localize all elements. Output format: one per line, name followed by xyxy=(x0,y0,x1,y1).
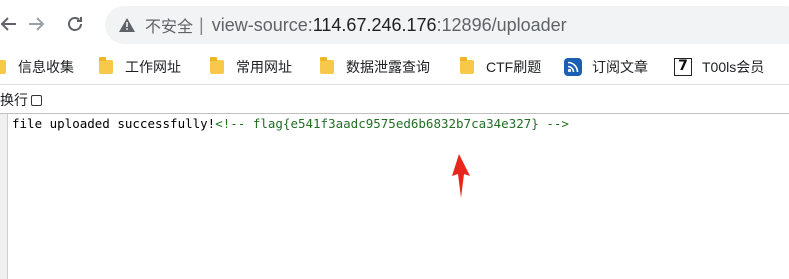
back-button[interactable] xyxy=(0,10,22,38)
source-html-comment: <!-- flag{e541f3aadc9575ed6b6832b7ca34e3… xyxy=(215,116,569,131)
url-text[interactable]: view-source:114.67.246.176:12896/uploade… xyxy=(212,15,567,36)
viewer-divider xyxy=(0,113,789,114)
browser-toolbar: 不安全 | view-source:114.67.246.176:12896/u… xyxy=(0,0,789,50)
bookmark-work-sites[interactable]: 工作网址 xyxy=(99,56,181,78)
folder-icon xyxy=(210,57,224,74)
forward-arrow-icon xyxy=(29,17,45,31)
back-arrow-icon xyxy=(0,17,16,31)
reload-icon xyxy=(68,17,82,31)
insecure-label[interactable]: 不安全 xyxy=(145,13,193,37)
url-host: 114.67.246.176 xyxy=(312,14,437,35)
folder-icon xyxy=(320,57,334,74)
address-bar[interactable]: 不安全 | view-source:114.67.246.176:12896/u… xyxy=(105,6,789,44)
forward-button[interactable] xyxy=(23,10,49,38)
url-prefix: view-source: xyxy=(211,14,313,35)
bookmark-t00ls-member[interactable]: 7 T00ls会员 xyxy=(674,56,764,78)
bookmark-label: 数据泄露查询 xyxy=(346,59,430,75)
rss-icon xyxy=(564,58,582,76)
source-text: file uploaded successfully! xyxy=(12,116,216,131)
bookmark-info-collection[interactable]: 信息收集 xyxy=(0,56,74,78)
bookmark-data-leak-query[interactable]: 数据泄露查询 xyxy=(320,56,430,78)
line-wrap-checkbox[interactable] xyxy=(31,94,42,106)
bookmark-subscribed-articles[interactable]: 订阅文章 xyxy=(564,56,648,78)
bookmark-ctf-practice[interactable]: CTF刷题 xyxy=(460,56,541,78)
folder-icon xyxy=(99,57,113,74)
line-wrap-toggle: 换行 xyxy=(0,90,42,110)
line-wrap-label: 换行 xyxy=(0,92,28,108)
t00ls-logo-icon: 7 xyxy=(674,58,692,76)
address-separator: | xyxy=(199,14,204,35)
bookmark-label: 常用网址 xyxy=(236,59,292,75)
url-suffix: :12896/uploader xyxy=(436,14,567,35)
line-number-gutter xyxy=(0,114,8,279)
bookmark-label: 信息收集 xyxy=(18,59,74,75)
reload-button[interactable] xyxy=(62,10,88,38)
folder-icon xyxy=(460,57,474,74)
source-line-1[interactable]: file uploaded successfully!<!-- flag{e54… xyxy=(12,116,569,132)
warning-triangle-icon[interactable] xyxy=(117,15,137,35)
bookmark-label: 工作网址 xyxy=(125,59,181,75)
bookmark-label: T00ls会员 xyxy=(702,59,765,75)
bookmark-common-sites[interactable]: 常用网址 xyxy=(210,56,292,78)
folder-icon xyxy=(0,60,6,74)
bookmarks-bar: 信息收集 工作网址 常用网址 数据泄露查询 CTF刷题 订阅文章 7 T00ls… xyxy=(0,50,789,85)
red-arrow-annotation-icon xyxy=(452,154,470,198)
bookmark-label: 订阅文章 xyxy=(592,59,648,75)
bookmark-label: CTF刷题 xyxy=(486,59,542,75)
